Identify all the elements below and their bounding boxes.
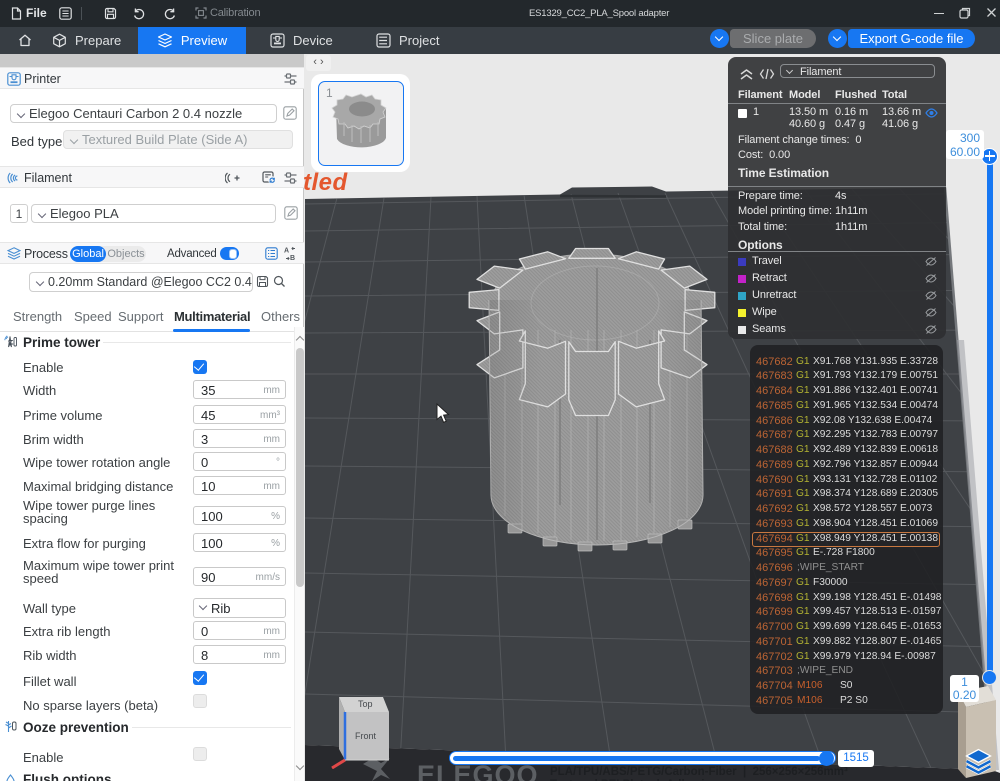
- svg-text:B: B: [290, 255, 295, 261]
- svg-text:A: A: [284, 248, 289, 255]
- svg-text:Top: Top: [358, 699, 373, 709]
- svg-text:PLA/TPU/ABS/PETG/Carbon-Fiber: PLA/TPU/ABS/PETG/Carbon-Fiber | 256×256×…: [550, 766, 848, 778]
- svg-text:Front: Front: [355, 731, 377, 741]
